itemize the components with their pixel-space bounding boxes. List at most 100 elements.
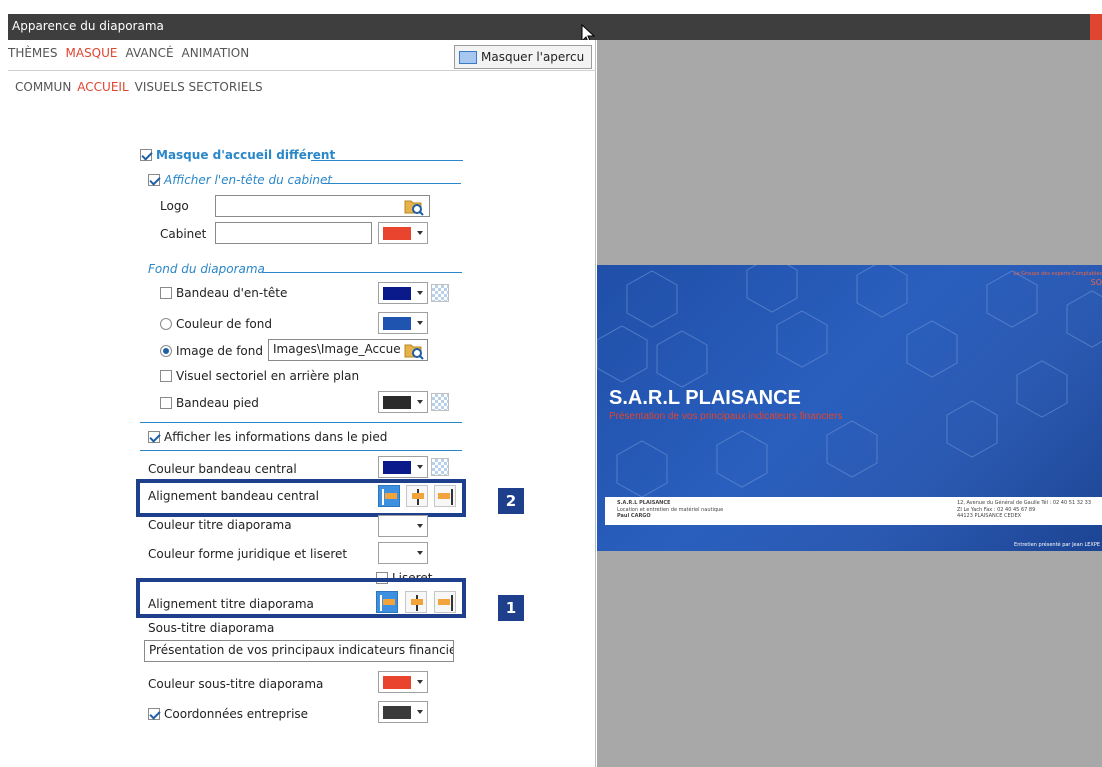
tab-masque[interactable]: MASQUE	[66, 46, 118, 70]
sous-titre-input[interactable]: Présentation de vos principaux indicateu…	[144, 640, 454, 662]
band-address1: 12, Avenue du Général de Gaulle Tél : 02…	[957, 500, 1092, 506]
close-button[interactable]	[1090, 14, 1102, 40]
tab-themes[interactable]: THÈMES	[8, 46, 58, 70]
sous-titre-label: Sous-titre diaporama	[148, 621, 275, 635]
couleur-fond-row[interactable]: Couleur de fond	[160, 317, 272, 331]
transparency-icon[interactable]	[431, 284, 449, 302]
slide-title: S.A.R.L PLAISANCE	[609, 387, 801, 409]
masque-accueil-checkbox[interactable]	[140, 149, 152, 161]
chevron-down-icon	[417, 291, 423, 295]
slide-subtitle: Présentation de vos principaux indicateu…	[609, 411, 843, 422]
hide-preview-button[interactable]: Masquer l'apercu	[454, 45, 592, 69]
coordonnees-checkbox[interactable]	[148, 708, 160, 720]
align-bar	[411, 599, 423, 605]
chevron-down-icon	[417, 551, 423, 555]
tab-accueil[interactable]: ACCUEIL	[77, 80, 128, 94]
visuel-sectoriel-checkbox[interactable]	[160, 370, 172, 382]
window-header[interactable]: Apparence du diaporama	[8, 14, 1102, 40]
align-center-icon[interactable]	[406, 485, 428, 507]
folder-search-icon[interactable]	[403, 340, 425, 360]
folder-search-icon[interactable]	[403, 196, 425, 216]
color-swatch	[383, 317, 411, 330]
align-center-icon[interactable]	[405, 591, 427, 613]
chevron-down-icon	[417, 680, 423, 684]
color-swatch	[383, 227, 411, 240]
bandeau-entete-checkbox[interactable]	[160, 287, 172, 299]
masque-accueil-label: Masque d'accueil différent	[156, 148, 336, 162]
alignement-titre-label: Alignement titre diaporama	[148, 597, 314, 611]
tab-animation[interactable]: ANIMATION	[182, 46, 250, 70]
align-bar	[438, 493, 450, 499]
align-line	[382, 489, 384, 505]
slide-band-right: 12, Avenue du Général de Gaulle Tél : 02…	[957, 500, 1091, 520]
slide-brand-line1: Le Groupe des experts-Comptables	[1013, 271, 1102, 277]
badge-1: 1	[498, 595, 524, 621]
forme-juridique-color-select[interactable]	[378, 542, 428, 564]
align-right-icon[interactable]	[434, 485, 456, 507]
transparency-icon[interactable]	[431, 458, 449, 476]
visuel-sectoriel-row[interactable]: Visuel sectoriel en arrière plan	[160, 369, 359, 383]
afficher-entete-checkbox[interactable]	[148, 174, 160, 186]
slide-central-band: S.A.R.L PLAISANCE Location et entretien …	[605, 497, 1102, 525]
section-line	[311, 160, 463, 161]
color-swatch	[383, 287, 411, 300]
couleur-sous-titre-label: Couleur sous-titre diaporama	[148, 677, 324, 691]
section-line	[323, 183, 461, 184]
cabinet-input[interactable]	[215, 222, 372, 244]
couleur-fond-color-select[interactable]	[378, 312, 428, 334]
fond-section-title: Fond du diaporama	[148, 262, 265, 276]
coordonnees-color-select[interactable]	[378, 701, 428, 723]
logo-input[interactable]	[215, 195, 430, 217]
transparency-icon[interactable]	[431, 393, 449, 411]
bandeau-pied-color-select[interactable]	[378, 391, 428, 413]
couleur-fond-radio[interactable]	[160, 318, 172, 330]
color-swatch	[383, 706, 411, 719]
titre-color-select[interactable]	[378, 515, 428, 537]
couleur-fond-label: Couleur de fond	[176, 317, 272, 331]
slide-footer: Entretien présenté par Jean LEXPE	[1014, 542, 1100, 548]
image-fond-radio[interactable]	[160, 345, 172, 357]
chevron-down-icon	[417, 524, 423, 528]
align-bar	[412, 493, 424, 499]
couleur-titre-label: Couleur titre diaporama	[148, 518, 292, 532]
color-swatch	[383, 461, 411, 474]
align-left-icon[interactable]	[378, 485, 400, 507]
align-bar	[385, 493, 397, 499]
monitor-icon	[459, 50, 477, 64]
cabinet-color-select[interactable]	[378, 222, 428, 244]
couleur-bandeau-central-label: Couleur bandeau central	[148, 462, 297, 476]
band-contact: Paul CARGO	[617, 513, 651, 519]
bandeau-pied-checkbox[interactable]	[160, 397, 172, 409]
slide-brand: Le Groupe des experts-Comptables SO	[1014, 271, 1102, 287]
bandeau-entete-row[interactable]: Bandeau d'en-tête	[160, 286, 287, 300]
bandeau-central-color-select[interactable]	[378, 456, 428, 478]
alignement-bandeau-label: Alignement bandeau central	[148, 489, 319, 503]
align-bar	[383, 599, 395, 605]
tab-commun[interactable]: COMMUN	[15, 80, 71, 94]
align-right-icon[interactable]	[434, 591, 456, 613]
align-left-icon[interactable]	[376, 591, 398, 613]
bandeau-entete-color-select[interactable]	[378, 282, 428, 304]
logo-label: Logo	[160, 199, 189, 213]
align-line	[451, 489, 453, 505]
image-fond-row[interactable]: Image de fond	[160, 344, 263, 358]
bandeau-entete-label: Bandeau d'en-tête	[176, 286, 288, 300]
tab-visuels-sectoriels[interactable]: VISUELS SECTORIELS	[135, 80, 263, 94]
chevron-down-icon	[417, 231, 423, 235]
afficher-entete-checkbox-row[interactable]: Afficher l'en-tête du cabinet	[148, 173, 332, 187]
band-address3: 44123 PLAISANCE CEDEX	[957, 513, 1022, 519]
bandeau-pied-row[interactable]: Bandeau pied	[160, 396, 259, 410]
afficher-infos-pied-row[interactable]: Afficher les informations dans le pied	[148, 430, 387, 444]
tab-avance[interactable]: AVANCÉ	[126, 46, 174, 70]
coordonnees-row[interactable]: Coordonnées entreprise	[148, 707, 308, 721]
window-title: Apparence du diaporama	[12, 19, 164, 33]
bandeau-pied-label: Bandeau pied	[176, 396, 259, 410]
couleur-forme-juridique-label: Couleur forme juridique et liseret	[148, 547, 348, 561]
afficher-entete-label: Afficher l'en-tête du cabinet	[164, 173, 333, 187]
afficher-infos-pied-checkbox[interactable]	[148, 431, 160, 443]
masque-accueil-checkbox-row[interactable]: Masque d'accueil différent	[140, 148, 335, 162]
main-tabs: THÈMES MASQUE AVANCÉ ANIMATION	[8, 46, 257, 70]
title-bar: Apparence du diaporama	[0, 0, 1102, 40]
sub-tabs: COMMUN ACCUEIL VISUELS SECTORIELS	[15, 80, 269, 94]
sous-titre-color-select[interactable]	[378, 671, 428, 693]
